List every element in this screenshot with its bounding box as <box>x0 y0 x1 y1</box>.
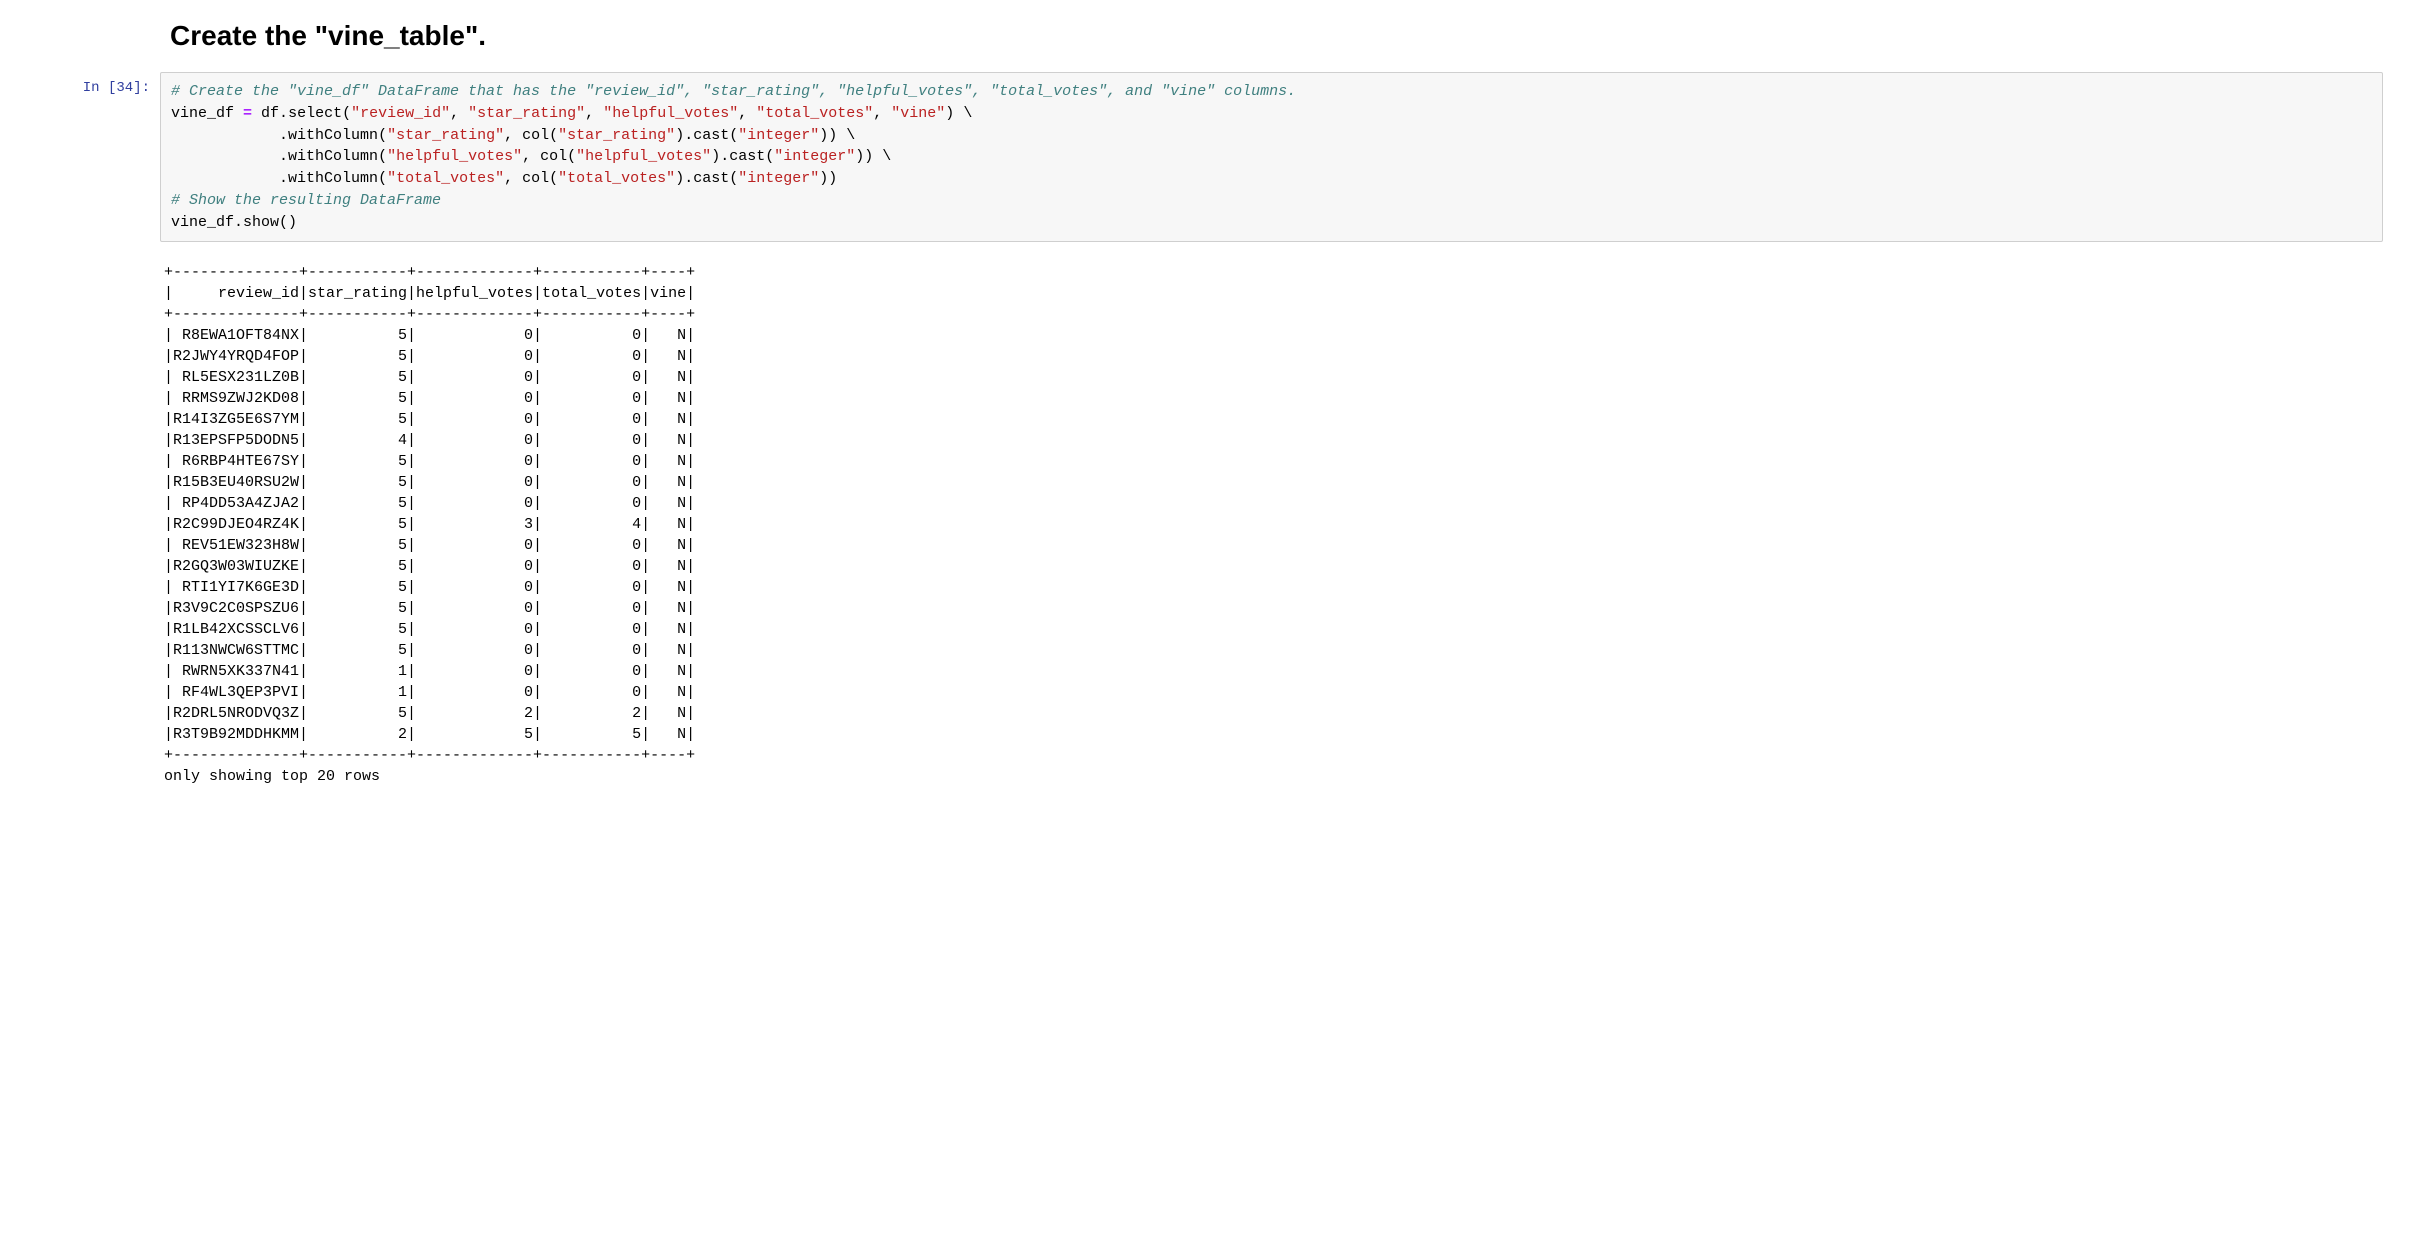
markdown-cell: Create the "vine_table". <box>170 20 2383 52</box>
code-op: = <box>234 105 261 122</box>
code-var: vine_df <box>171 105 234 122</box>
code-call: select <box>288 105 342 122</box>
input-prompt: In [34]: <box>40 72 160 242</box>
cell-output: +--------------+-----------+------------… <box>160 254 2383 787</box>
code-input[interactable]: # Create the "vine_df" DataFrame that ha… <box>160 72 2383 242</box>
code-comment: # Create the "vine_df" DataFrame that ha… <box>171 83 1296 100</box>
code-cell: In [34]: # Create the "vine_df" DataFram… <box>40 72 2383 242</box>
code-name: df <box>261 105 279 122</box>
markdown-heading: Create the "vine_table". <box>170 20 2383 52</box>
code-comment: # Show the resulting DataFrame <box>171 192 441 209</box>
